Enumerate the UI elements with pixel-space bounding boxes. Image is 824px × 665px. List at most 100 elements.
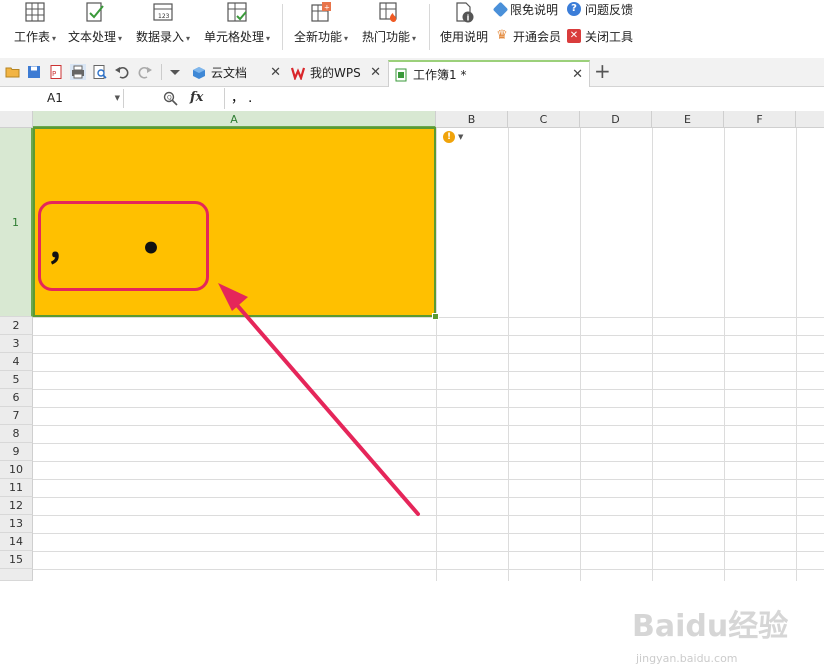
- error-check-button[interactable]: ! ▼: [443, 131, 463, 143]
- instructions-button[interactable]: i 使用说明: [437, 0, 491, 56]
- close-tools-link[interactable]: ✕ 关闭工具: [567, 27, 633, 45]
- chevron-down-icon[interactable]: ▼: [115, 89, 120, 108]
- gridline: [33, 569, 824, 570]
- new-feature-icon: +: [311, 2, 331, 22]
- tag-icon: [492, 1, 509, 17]
- tab-label: 工作簿1 *: [413, 68, 467, 82]
- tab-label: 我的WPS: [310, 66, 361, 80]
- row-header-9[interactable]: 9: [0, 443, 33, 461]
- chevron-down-icon[interactable]: [167, 64, 183, 80]
- row-header-2[interactable]: 2: [0, 317, 33, 335]
- annotation-arrow: [218, 283, 420, 516]
- select-all-corner[interactable]: [0, 111, 33, 128]
- chevron-down-icon: ▾: [344, 34, 349, 43]
- undo-icon[interactable]: [114, 64, 130, 80]
- vip-label: 开通会员: [513, 29, 562, 44]
- free-info-link[interactable]: 限免说明: [492, 0, 559, 18]
- insert-function-button[interactable]: fx: [190, 90, 203, 105]
- close-icon[interactable]: ✕: [370, 65, 381, 80]
- row-header-5[interactable]: 5: [0, 371, 33, 389]
- row-header-13[interactable]: 13: [0, 515, 33, 533]
- feedback-label: 问题反馈: [585, 2, 634, 17]
- worksheet-button[interactable]: 工作表 ▾: [8, 0, 62, 56]
- spreadsheet-grid: A B C D E F 1 2 3 4 5 6 7 8 9 10 11 12 1…: [0, 111, 824, 665]
- data-entry-label: 数据录入: [135, 30, 184, 44]
- hot-features-button[interactable]: 热门功能 ▾: [358, 0, 420, 56]
- tab-cloud-docs[interactable]: 云文档 ✕: [187, 60, 287, 85]
- column-header-b[interactable]: B: [436, 111, 508, 128]
- close-icon: ✕: [567, 29, 581, 43]
- chevron-down-icon: ▾: [186, 34, 191, 43]
- new-features-button[interactable]: + 全新功能 ▾: [290, 0, 352, 56]
- open-folder-icon[interactable]: [5, 64, 21, 80]
- svg-text:123: 123: [158, 13, 170, 20]
- redo-icon[interactable]: [137, 64, 153, 80]
- row-header-15[interactable]: 15: [0, 551, 33, 569]
- tab-my-wps[interactable]: 我的WPS ✕: [287, 60, 387, 85]
- name-box-value: A1: [47, 91, 63, 105]
- print-preview-icon[interactable]: [92, 64, 108, 80]
- formula-input[interactable]: ， .: [224, 88, 822, 109]
- gridline: [580, 128, 581, 581]
- save-icon[interactable]: [26, 64, 42, 80]
- gridline: [33, 551, 824, 552]
- row-header-3[interactable]: 3: [0, 335, 33, 353]
- text-edit-icon: [86, 2, 104, 22]
- column-header-g[interactable]: [796, 111, 824, 128]
- instructions-label: 使用说明: [439, 30, 488, 44]
- new-tab-button[interactable]: +: [594, 60, 611, 82]
- instructions-icon: i: [456, 2, 474, 23]
- text-processing-button[interactable]: 文本处理 ▾: [64, 0, 126, 56]
- svg-text:i: i: [467, 14, 470, 23]
- row-header-14[interactable]: 14: [0, 533, 33, 551]
- tab-label: 云文档: [211, 66, 248, 80]
- export-pdf-icon[interactable]: P: [48, 64, 64, 80]
- close-tools-label: 关闭工具: [585, 29, 634, 44]
- row-header-10[interactable]: 10: [0, 461, 33, 479]
- data-entry-button[interactable]: 123 数据录入 ▾: [132, 0, 194, 56]
- close-icon[interactable]: ✕: [572, 67, 583, 82]
- row-header-12[interactable]: 12: [0, 497, 33, 515]
- gridline: [796, 128, 797, 581]
- zoom-function-icon[interactable]: Q: [163, 91, 178, 106]
- chevron-down-icon: ▾: [412, 34, 417, 43]
- warning-icon: !: [443, 131, 455, 143]
- table-icon: [25, 2, 45, 22]
- row-header-8[interactable]: 8: [0, 425, 33, 443]
- ribbon-divider: [282, 4, 283, 50]
- column-header-d[interactable]: D: [580, 111, 652, 128]
- close-icon[interactable]: ✕: [270, 65, 281, 80]
- ribbon-divider: [429, 4, 430, 50]
- name-box[interactable]: A1 ▼: [5, 89, 124, 108]
- tab-workbook1[interactable]: 工作簿1 * ✕: [388, 60, 590, 87]
- vip-link[interactable]: ♛ 开通会员: [495, 27, 561, 45]
- free-info-label: 限免说明: [510, 2, 559, 17]
- formula-bar: A1 ▼ Q fx ， .: [0, 87, 824, 112]
- column-header-c[interactable]: C: [508, 111, 580, 128]
- column-header-e[interactable]: E: [652, 111, 724, 128]
- data-entry-icon: 123: [153, 3, 173, 21]
- row-header-6[interactable]: 6: [0, 389, 33, 407]
- text-processing-label: 文本处理: [67, 30, 116, 44]
- row-header-4[interactable]: 4: [0, 353, 33, 371]
- crown-icon: ♛: [496, 28, 508, 43]
- feedback-link[interactable]: ? 问题反馈: [567, 0, 633, 18]
- column-header-f[interactable]: F: [724, 111, 796, 128]
- chevron-down-icon: ▼: [458, 133, 464, 141]
- row-header-16[interactable]: [0, 569, 33, 581]
- cloud-doc-icon: [193, 66, 205, 79]
- watermark-url: jingyan.baidu.com: [636, 652, 738, 665]
- row-header-11[interactable]: 11: [0, 479, 33, 497]
- row-header-1[interactable]: 1: [0, 128, 33, 317]
- chevron-down-icon: ▾: [118, 34, 123, 43]
- svg-text:P: P: [52, 70, 56, 78]
- chevron-down-icon: ▾: [266, 34, 271, 43]
- row-header-7[interactable]: 7: [0, 407, 33, 425]
- question-icon: ?: [567, 2, 581, 16]
- wps-logo-icon: [291, 67, 305, 80]
- gridline: [652, 128, 653, 581]
- print-icon[interactable]: [70, 64, 86, 80]
- cell-processing-button[interactable]: 单元格处理 ▾: [200, 0, 274, 56]
- column-header-a[interactable]: A: [33, 111, 436, 128]
- annotation-highlight-box: [38, 201, 209, 291]
